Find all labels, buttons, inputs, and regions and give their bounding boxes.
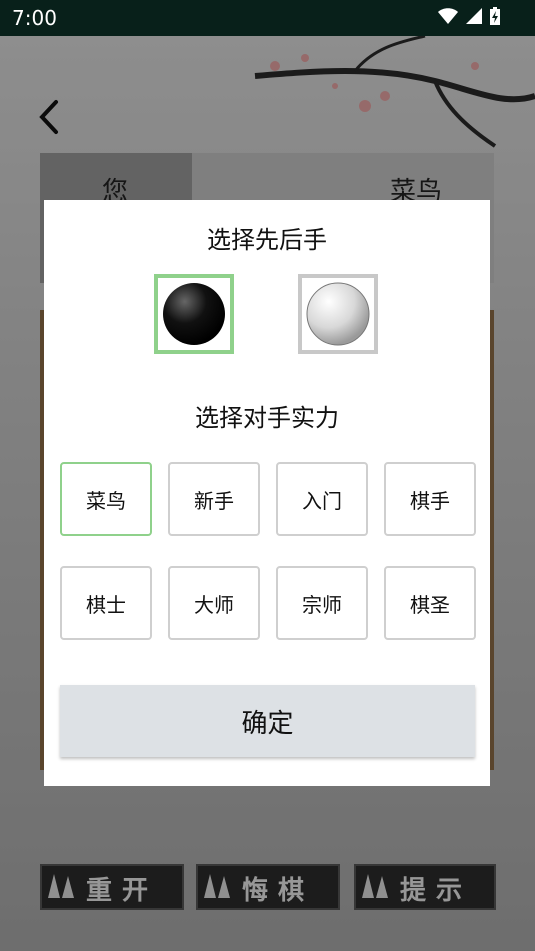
level-option[interactable]: 棋士 <box>60 566 152 640</box>
black-stone-icon <box>163 283 225 345</box>
status-time: 7:00 <box>12 6 57 30</box>
wifi-icon <box>437 8 458 24</box>
level-option[interactable]: 入门 <box>276 462 368 536</box>
dialog-title-order: 选择先后手 <box>207 226 327 254</box>
status-icons <box>437 6 501 30</box>
app-screen: 您 菜鸟 重开 悔棋 提示 7:00 选择先后手 选择对手实力 菜鸟 新手 入门… <box>0 0 535 951</box>
dialog-title-level: 选择对手实力 <box>195 404 339 432</box>
level-option[interactable]: 棋圣 <box>384 566 476 640</box>
white-stone-option[interactable] <box>298 274 378 354</box>
level-option[interactable]: 棋手 <box>384 462 476 536</box>
level-option[interactable]: 宗师 <box>276 566 368 640</box>
level-option[interactable]: 新手 <box>168 462 260 536</box>
level-option[interactable]: 菜鸟 <box>60 462 152 536</box>
battery-icon <box>490 7 500 25</box>
level-option[interactable]: 大师 <box>168 566 260 640</box>
status-bar: 7:00 <box>0 0 535 36</box>
black-stone-option[interactable] <box>154 274 234 354</box>
white-stone-icon <box>306 282 370 346</box>
confirm-button[interactable]: 确定 <box>60 685 475 757</box>
signal-icon <box>465 8 482 24</box>
